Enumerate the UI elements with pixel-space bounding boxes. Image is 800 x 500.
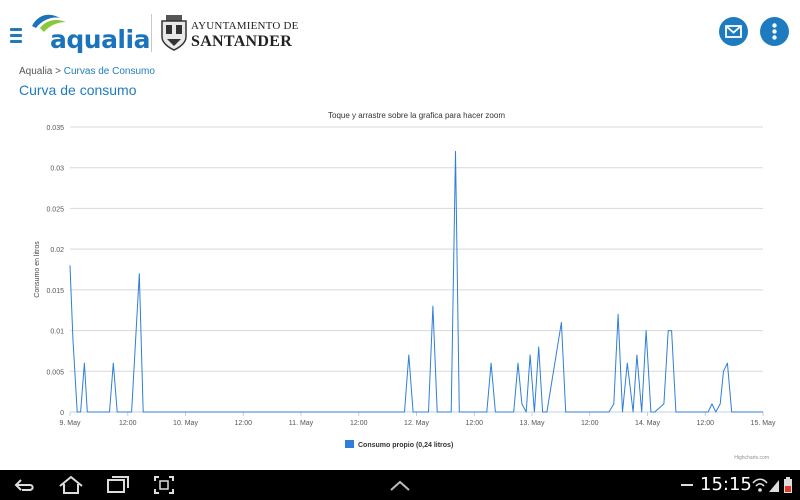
breadcrumb: Aqualia > Curvas de Consumo bbox=[19, 66, 155, 77]
legend-item: Consumo propio (0,24 litros) bbox=[358, 442, 453, 449]
x-tick-label: 12. May bbox=[404, 420, 429, 427]
battery-icon bbox=[784, 477, 792, 493]
more-vertical-icon bbox=[772, 23, 777, 40]
chart-title: Toque y arrastre sobre la grafica para h… bbox=[328, 111, 505, 120]
app-header: aqualia AYUNTAMIENTO DE SANTANDER bbox=[0, 0, 800, 62]
ayuntamiento-label: AYUNTAMIENTO DE bbox=[191, 20, 299, 32]
hamburger-icon[interactable] bbox=[10, 28, 22, 44]
x-tick-label: 11. May bbox=[289, 420, 314, 427]
app-window: aqualia AYUNTAMIENTO DE SANTANDER Aquali… bbox=[0, 0, 800, 470]
x-tick-label: 12:00 bbox=[350, 420, 368, 427]
santander-crest-icon bbox=[161, 15, 187, 51]
page-title: Curva de consumo bbox=[19, 82, 137, 98]
breadcrumb-root[interactable]: Aqualia bbox=[19, 66, 52, 77]
breadcrumb-separator: > bbox=[52, 66, 64, 77]
x-tick-label: 10. May bbox=[173, 420, 198, 427]
chart-svg[interactable]: Toque y arrastre sobre la grafica para h… bbox=[0, 105, 800, 465]
x-tick-label: 9. May bbox=[59, 420, 81, 427]
x-tick-label: 12:00 bbox=[581, 420, 599, 427]
chart-credits: Highcharts.com bbox=[734, 455, 769, 461]
x-tick-label: 12:00 bbox=[696, 420, 714, 427]
santander-label: SANTANDER bbox=[191, 33, 293, 50]
y-axis-label: Consumo en litros bbox=[34, 241, 41, 298]
y-tick-label: 0.005 bbox=[46, 369, 64, 376]
y-tick-label: 0.02 bbox=[50, 247, 64, 254]
mail-button[interactable] bbox=[719, 17, 748, 46]
signal-icon bbox=[769, 480, 779, 492]
x-tick-label: 12:00 bbox=[465, 420, 483, 427]
aqualia-logo-text: aqualia bbox=[50, 25, 150, 54]
x-tick-label: 13. May bbox=[520, 420, 545, 427]
series-line bbox=[69, 150, 763, 413]
consumption-chart[interactable]: Toque y arrastre sobre la grafica para h… bbox=[0, 105, 800, 465]
y-tick-label: 0.01 bbox=[50, 329, 64, 336]
x-tick-label: 14. May bbox=[635, 420, 660, 427]
status-clock: 15:15 bbox=[700, 474, 752, 495]
legend-swatch bbox=[345, 440, 354, 448]
breadcrumb-current[interactable]: Curvas de Consumo bbox=[64, 66, 155, 77]
minus-icon bbox=[681, 484, 693, 486]
y-tick-label: 0.03 bbox=[50, 166, 64, 173]
x-tick-label: 12:00 bbox=[119, 420, 137, 427]
android-navigation-bar bbox=[0, 470, 800, 500]
logo-divider bbox=[151, 14, 152, 52]
aqualia-logo[interactable]: aqualia bbox=[30, 12, 150, 54]
y-tick-label: 0.025 bbox=[46, 206, 64, 213]
more-options-button[interactable] bbox=[760, 17, 789, 46]
back-icon[interactable] bbox=[13, 475, 37, 495]
chevron-up-icon[interactable] bbox=[388, 475, 412, 495]
wifi-icon bbox=[752, 478, 768, 492]
x-tick-label: 12:00 bbox=[234, 420, 252, 427]
home-icon[interactable] bbox=[58, 475, 84, 495]
y-tick-label: 0.035 bbox=[46, 125, 64, 132]
x-tick-label: 15. May bbox=[751, 420, 776, 427]
y-tick-label: 0 bbox=[60, 410, 64, 417]
recent-apps-icon[interactable] bbox=[106, 475, 130, 495]
y-tick-label: 0.015 bbox=[46, 288, 64, 295]
mail-icon bbox=[725, 25, 742, 38]
screenshot-icon[interactable] bbox=[153, 475, 175, 495]
